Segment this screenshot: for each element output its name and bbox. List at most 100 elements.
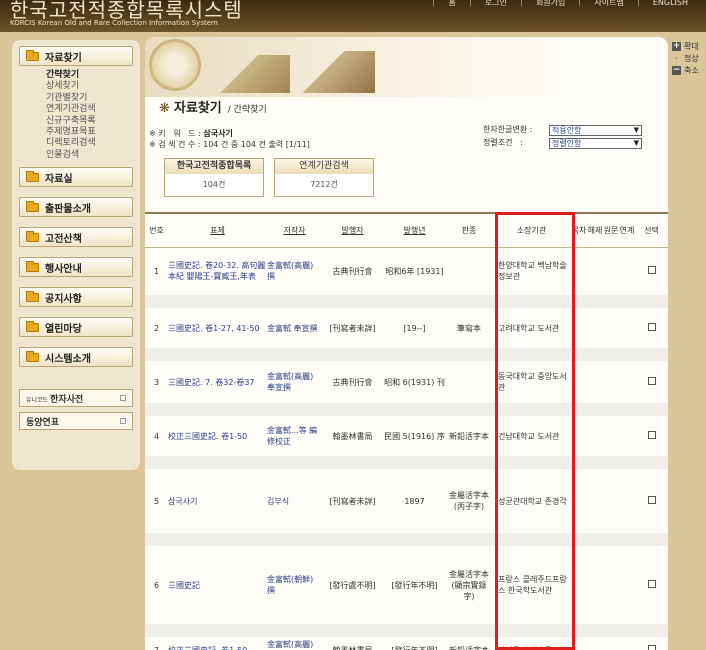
row-number: 4: [153, 431, 160, 441]
row-title-link[interactable]: 校正三國史記. 卷1-50: [168, 637, 267, 650]
row-edition: 新鉛活字本: [449, 431, 489, 441]
row-publisher: 古典刊行會: [332, 377, 373, 387]
dot-icon: ·: [675, 53, 678, 63]
row-author-link[interactable]: 金富軾(高麗) 撰: [267, 247, 322, 295]
top-link-login[interactable]: 로그인: [469, 0, 521, 7]
row-author-link[interactable]: 金富軾(朝鮮) 撰: [267, 546, 322, 624]
sidebar-item-archive[interactable]: 자료실: [19, 167, 133, 188]
zoom-out-button[interactable]: − 축소: [672, 64, 699, 76]
sidebar-item-notices[interactable]: 공지사항: [19, 287, 133, 308]
search-info: ※ 키 워 드 : 삼국사기 ※ 검 색 건 수 : 104 건 중 104 건…: [149, 129, 310, 149]
row-select-checkbox[interactable]: [647, 495, 656, 504]
table-row: 6 三國史記 金富軾(朝鮮) 撰 [發行處不明] [發行年不明] 金屬活字本 (顯宗實錄字…: [145, 546, 668, 624]
header-author[interactable]: 저작자: [267, 212, 322, 248]
row-author-link[interactable]: 金富軾...等 編修校正: [267, 416, 322, 456]
submenu-brief-search[interactable]: 간략찾기: [46, 70, 140, 81]
row-empty-cell: [571, 637, 587, 650]
row-select-cell: [635, 546, 668, 624]
row-empty-cell: [619, 469, 635, 533]
dictionary-label: 한자사전: [50, 394, 84, 405]
row-number: 3: [153, 377, 160, 387]
submenu-institution-search[interactable]: 기관별찾기: [46, 93, 140, 104]
header-publisher[interactable]: 발행자: [322, 212, 383, 248]
table-row: 2 三國史記. 卷1-27, 41-50 金富軾 奉宣撰 [刊寫者未詳] [19--] 筆…: [145, 308, 668, 348]
row-edition: [446, 361, 492, 403]
row-title-link[interactable]: 三國史記. 7. 卷32-卷37: [168, 361, 267, 403]
sidebar-item-open-forum[interactable]: 열린마당: [19, 317, 133, 338]
row-library: 성균관대학교 존경각: [498, 496, 567, 506]
sidebar-item-search[interactable]: 자료찾기: [19, 46, 133, 66]
submenu-detail-search[interactable]: 상세찾기: [46, 81, 140, 92]
header-explanation: 해제: [587, 212, 603, 248]
row-select-checkbox[interactable]: [647, 579, 656, 588]
row-select-checkbox[interactable]: [647, 644, 656, 650]
row-title-link[interactable]: 校正三國史記. 卷1-50: [168, 416, 267, 456]
header-year[interactable]: 발행년: [383, 212, 446, 248]
folder-icon: [26, 170, 39, 182]
page-banner: [145, 37, 668, 97]
row-empty-cell: [587, 416, 603, 456]
row-author-link[interactable]: 金富軾(高麗) 奉宣撰: [267, 361, 322, 403]
open-icon: [120, 395, 126, 402]
search-options: 한자한글변환 : 적용안함 정렬조건 : 정렬안함: [483, 124, 642, 150]
ornament-icon: ❋: [159, 101, 170, 116]
row-select-checkbox[interactable]: [647, 376, 656, 385]
row-empty-cell: [619, 247, 635, 295]
top-link-home[interactable]: 홈: [433, 0, 469, 7]
folder-icon: [26, 200, 39, 212]
row-separator: [145, 533, 668, 546]
sort-select[interactable]: 정렬안함: [549, 137, 642, 149]
row-empty-cell: [587, 308, 603, 348]
row-title-link[interactable]: 三國史記: [168, 546, 267, 624]
row-select-checkbox[interactable]: [647, 265, 656, 274]
row-empty-cell: [603, 546, 619, 624]
zoom-in-button[interactable]: + 확대: [672, 40, 699, 52]
sidebar-item-label: 자료찾기: [45, 52, 82, 64]
header-title[interactable]: 표제: [168, 212, 267, 248]
row-number: 7: [153, 645, 160, 650]
row-empty-cell: [571, 416, 587, 456]
row-author-link[interactable]: 金富軾 奉宣撰: [267, 308, 322, 348]
table-row: 1 三國史記. 卷20-32. 高句麗本紀 嬰陽王-寶臧王,年表 金富軾(高麗) 撰…: [145, 247, 668, 295]
row-select-cell: [635, 308, 668, 348]
results-body: 1 三國史記. 卷20-32. 高句麗本紀 嬰陽王-寶臧王,年表 金富軾(高麗) 撰…: [145, 247, 668, 650]
top-link-sitemap[interactable]: 사이트맵: [579, 0, 637, 7]
row-select-checkbox[interactable]: [647, 322, 656, 331]
row-select-cell: [635, 469, 668, 533]
submenu-person-search[interactable]: 인물검색: [46, 150, 140, 161]
top-link-join[interactable]: 회원가입: [520, 0, 579, 7]
sidebar-item-classics-walk[interactable]: 고전산책: [19, 227, 133, 248]
row-edition: 新鉛活字本: [449, 645, 489, 650]
sidebar-submenu: 간략찾기 상세찾기 기관별찾기 연계기관검색 신규구축목록 주제명표목표 디렉토…: [46, 70, 140, 161]
sidebar-item-label: 출판물소개: [45, 203, 91, 215]
row-empty-cell: [619, 361, 635, 403]
hanja-dictionary-button[interactable]: 유니코드 한자사전: [19, 389, 133, 408]
row-title-link[interactable]: 三國史記. 卷1-27, 41-50: [168, 308, 267, 348]
sidebar-item-events[interactable]: 행사안내: [19, 257, 133, 278]
submenu-subject-headings[interactable]: 주제명표목표: [46, 127, 140, 138]
zoom-controls: + 확대 · 정상 − 축소: [672, 40, 699, 76]
submenu-linked-search[interactable]: 연계기관검색: [46, 104, 140, 115]
submenu-new-list[interactable]: 신규구축목록: [46, 116, 140, 127]
tab-linked-results[interactable]: 연계기관검색 7212건: [274, 158, 374, 197]
main-panel: ❋ 자료찾기 / 간략찾기 ※ 키 워 드 : 삼국사기 ※ 검 색 건 수 :…: [145, 37, 668, 650]
row-empty-cell: [619, 308, 635, 348]
row-title-link[interactable]: 三國史記. 卷20-32. 高句麗本紀 嬰陽王-寶臧王,年表: [168, 247, 267, 295]
site-header: 한국고전적종합목록시스템 KORCIS Korean Old and Rare …: [0, 0, 706, 32]
row-empty-cell: [619, 416, 635, 456]
row-author-link[interactable]: 金富軾(高麗) 撰: [267, 637, 322, 650]
tab-korcis-results[interactable]: 한국고전적종합목록 104건: [164, 158, 264, 197]
row-empty-cell: [603, 247, 619, 295]
hanja-conversion-select[interactable]: 적용안함: [549, 124, 642, 136]
row-separator: [145, 403, 668, 416]
zoom-reset-button[interactable]: · 정상: [672, 52, 699, 64]
sidebar-item-system-intro[interactable]: 시스템소개: [19, 347, 133, 368]
sidebar-item-publications[interactable]: 출판물소개: [19, 197, 133, 218]
site-subtitle: KORCIS Korean Old and Rare Collection In…: [10, 19, 218, 27]
chronology-button[interactable]: 동양연표: [19, 412, 133, 431]
row-title-link[interactable]: 삼국사기: [168, 469, 267, 533]
submenu-directory-search[interactable]: 디렉토리검색: [46, 138, 140, 149]
row-author-link[interactable]: 김부식: [267, 469, 322, 533]
top-link-english[interactable]: ENGLISH: [637, 0, 702, 7]
row-select-checkbox[interactable]: [647, 430, 656, 439]
